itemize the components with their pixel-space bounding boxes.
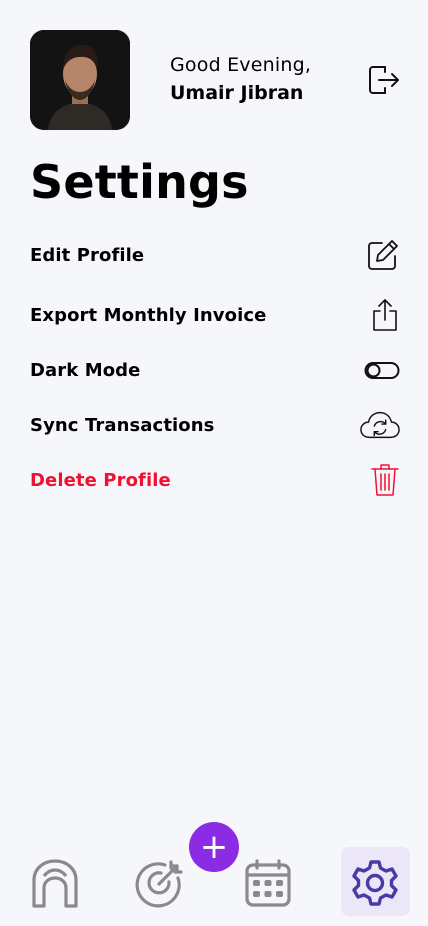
nav-home-icon[interactable]: [25, 853, 85, 913]
settings-item-edit-profile[interactable]: Edit Profile: [30, 235, 400, 275]
nav-calendar-icon[interactable]: [238, 853, 298, 913]
settings-item-label: Export Monthly Invoice: [30, 304, 267, 326]
share-export-icon: [360, 295, 400, 335]
user-name: Umair Jibran: [170, 82, 304, 104]
settings-item-delete-profile[interactable]: Delete Profile: [30, 460, 400, 500]
nav-settings-gear-icon[interactable]: [345, 853, 405, 913]
settings-item-dark-mode[interactable]: Dark Mode: [30, 350, 400, 390]
greeting-text: Good Evening,: [170, 54, 312, 76]
trash-icon: [360, 460, 400, 500]
settings-item-label: Delete Profile: [30, 469, 171, 491]
page-title: Settings: [30, 155, 249, 209]
settings-item-label: Edit Profile: [30, 244, 145, 266]
cloud-sync-icon: [360, 405, 400, 445]
toggle-off-icon[interactable]: [360, 350, 400, 390]
settings-item-label: Sync Transactions: [30, 414, 215, 436]
settings-item-sync-transactions[interactable]: Sync Transactions: [30, 405, 400, 445]
edit-icon: [360, 235, 400, 275]
settings-item-export-invoice[interactable]: Export Monthly Invoice: [30, 295, 400, 335]
profile-avatar[interactable]: [30, 30, 130, 130]
settings-item-label: Dark Mode: [30, 359, 141, 381]
nav-target-icon[interactable]: [130, 853, 190, 913]
logout-icon[interactable]: [365, 62, 401, 98]
greeting-block: Good Evening, Umair Jibran: [170, 52, 311, 106]
add-button[interactable]: +: [189, 822, 239, 872]
